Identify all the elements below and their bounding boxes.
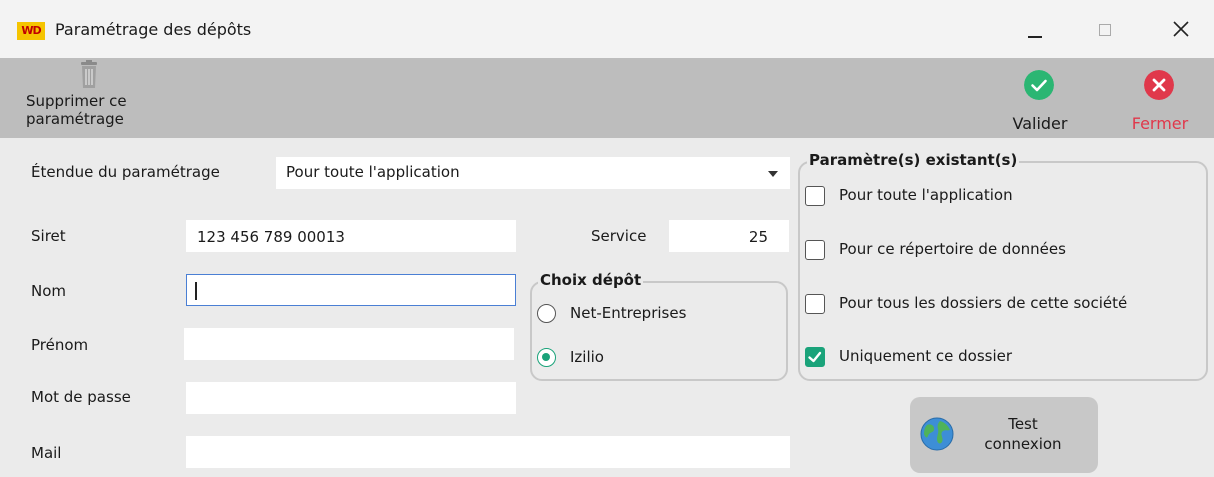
scope-select[interactable]: Pour toute l'application (276, 157, 790, 189)
test-connection-button[interactable]: Test connexion (910, 397, 1098, 473)
window-title: Paramétrage des dépôts (55, 20, 252, 39)
delete-settings-label: Supprimer ce paramétrage (26, 92, 127, 128)
x-circle-icon (1144, 70, 1174, 100)
service-label: Service (591, 227, 647, 245)
delete-label-line1: Supprimer ce (26, 92, 127, 110)
close-window-button[interactable] (1158, 10, 1204, 48)
checkbox-checked (805, 347, 825, 367)
validate-label: Valider (1012, 114, 1068, 133)
checkbox-unchecked (805, 186, 825, 206)
minimize-icon (1028, 36, 1042, 38)
radio-button-unchecked (537, 304, 556, 323)
radio-izilio[interactable]: Izilio (537, 346, 777, 370)
service-input[interactable]: 25 (669, 220, 789, 252)
radio-label: Net-Entreprises (570, 304, 687, 322)
checkbox-whole-app[interactable]: Pour toute l'application (805, 183, 1205, 207)
close-label: Fermer (1131, 114, 1189, 133)
mail-input[interactable] (186, 436, 790, 468)
checkbox-label: Pour ce répertoire de données (839, 240, 1066, 258)
scope-label: Étendue du paramétrage (31, 163, 220, 181)
radio-button-checked (537, 348, 556, 367)
test-label-line2: connexion (984, 435, 1062, 453)
chevron-down-icon (768, 171, 778, 177)
globe-icon (920, 417, 954, 451)
validate-button[interactable]: Valider (1000, 66, 1080, 136)
trash-icon (81, 60, 97, 88)
check-icon (808, 351, 822, 363)
service-value: 25 (748, 228, 768, 246)
siret-input[interactable]: 123 456 789 00013 (186, 220, 516, 252)
mail-label: Mail (31, 444, 62, 462)
title-bar: WD Paramétrage des dépôts (0, 0, 1214, 58)
depot-choice-title: Choix dépôt (538, 271, 644, 289)
checkbox-label: Pour tous les dossiers de cette société (839, 294, 1128, 312)
siret-label: Siret (31, 227, 66, 245)
checkbox-label: Uniquement ce dossier (839, 347, 1013, 365)
prenom-input[interactable] (184, 328, 514, 360)
checkbox-this-folder[interactable]: Uniquement ce dossier (805, 344, 1205, 368)
text-caret (195, 282, 197, 300)
password-label: Mot de passe (31, 388, 131, 406)
checkbox-company-folders[interactable]: Pour tous les dossiers de cette société (805, 291, 1205, 315)
toolbar: Supprimer ce paramétrage Valider Fermer (0, 58, 1214, 138)
check-circle-icon (1024, 70, 1054, 100)
delete-settings-button[interactable]: Supprimer ce paramétrage (18, 60, 168, 136)
radio-dot (542, 353, 550, 361)
close-icon (1173, 21, 1189, 37)
nom-input[interactable] (186, 274, 516, 306)
radio-label: Izilio (570, 348, 604, 366)
scope-select-value: Pour toute l'application (286, 163, 460, 181)
prenom-label: Prénom (31, 336, 89, 354)
test-label-line1: Test (1008, 415, 1038, 433)
app-logo: WD (17, 22, 45, 40)
checkbox-unchecked (805, 294, 825, 314)
close-button[interactable]: Fermer (1120, 66, 1200, 136)
existing-params-title: Paramètre(s) existant(s) (807, 151, 1020, 169)
checkbox-data-directory[interactable]: Pour ce répertoire de données (805, 237, 1205, 261)
siret-value: 123 456 789 00013 (197, 228, 345, 246)
test-connection-label: Test connexion (968, 414, 1078, 454)
password-input[interactable] (186, 382, 516, 414)
checkbox-label: Pour toute l'application (839, 186, 1013, 204)
maximize-icon (1099, 24, 1111, 36)
delete-label-line2: paramétrage (26, 110, 124, 128)
maximize-button[interactable] (1082, 10, 1128, 48)
radio-net-entreprises[interactable]: Net-Entreprises (537, 302, 777, 326)
nom-label: Nom (31, 282, 67, 300)
minimize-button[interactable] (1011, 10, 1057, 48)
checkbox-unchecked (805, 240, 825, 260)
